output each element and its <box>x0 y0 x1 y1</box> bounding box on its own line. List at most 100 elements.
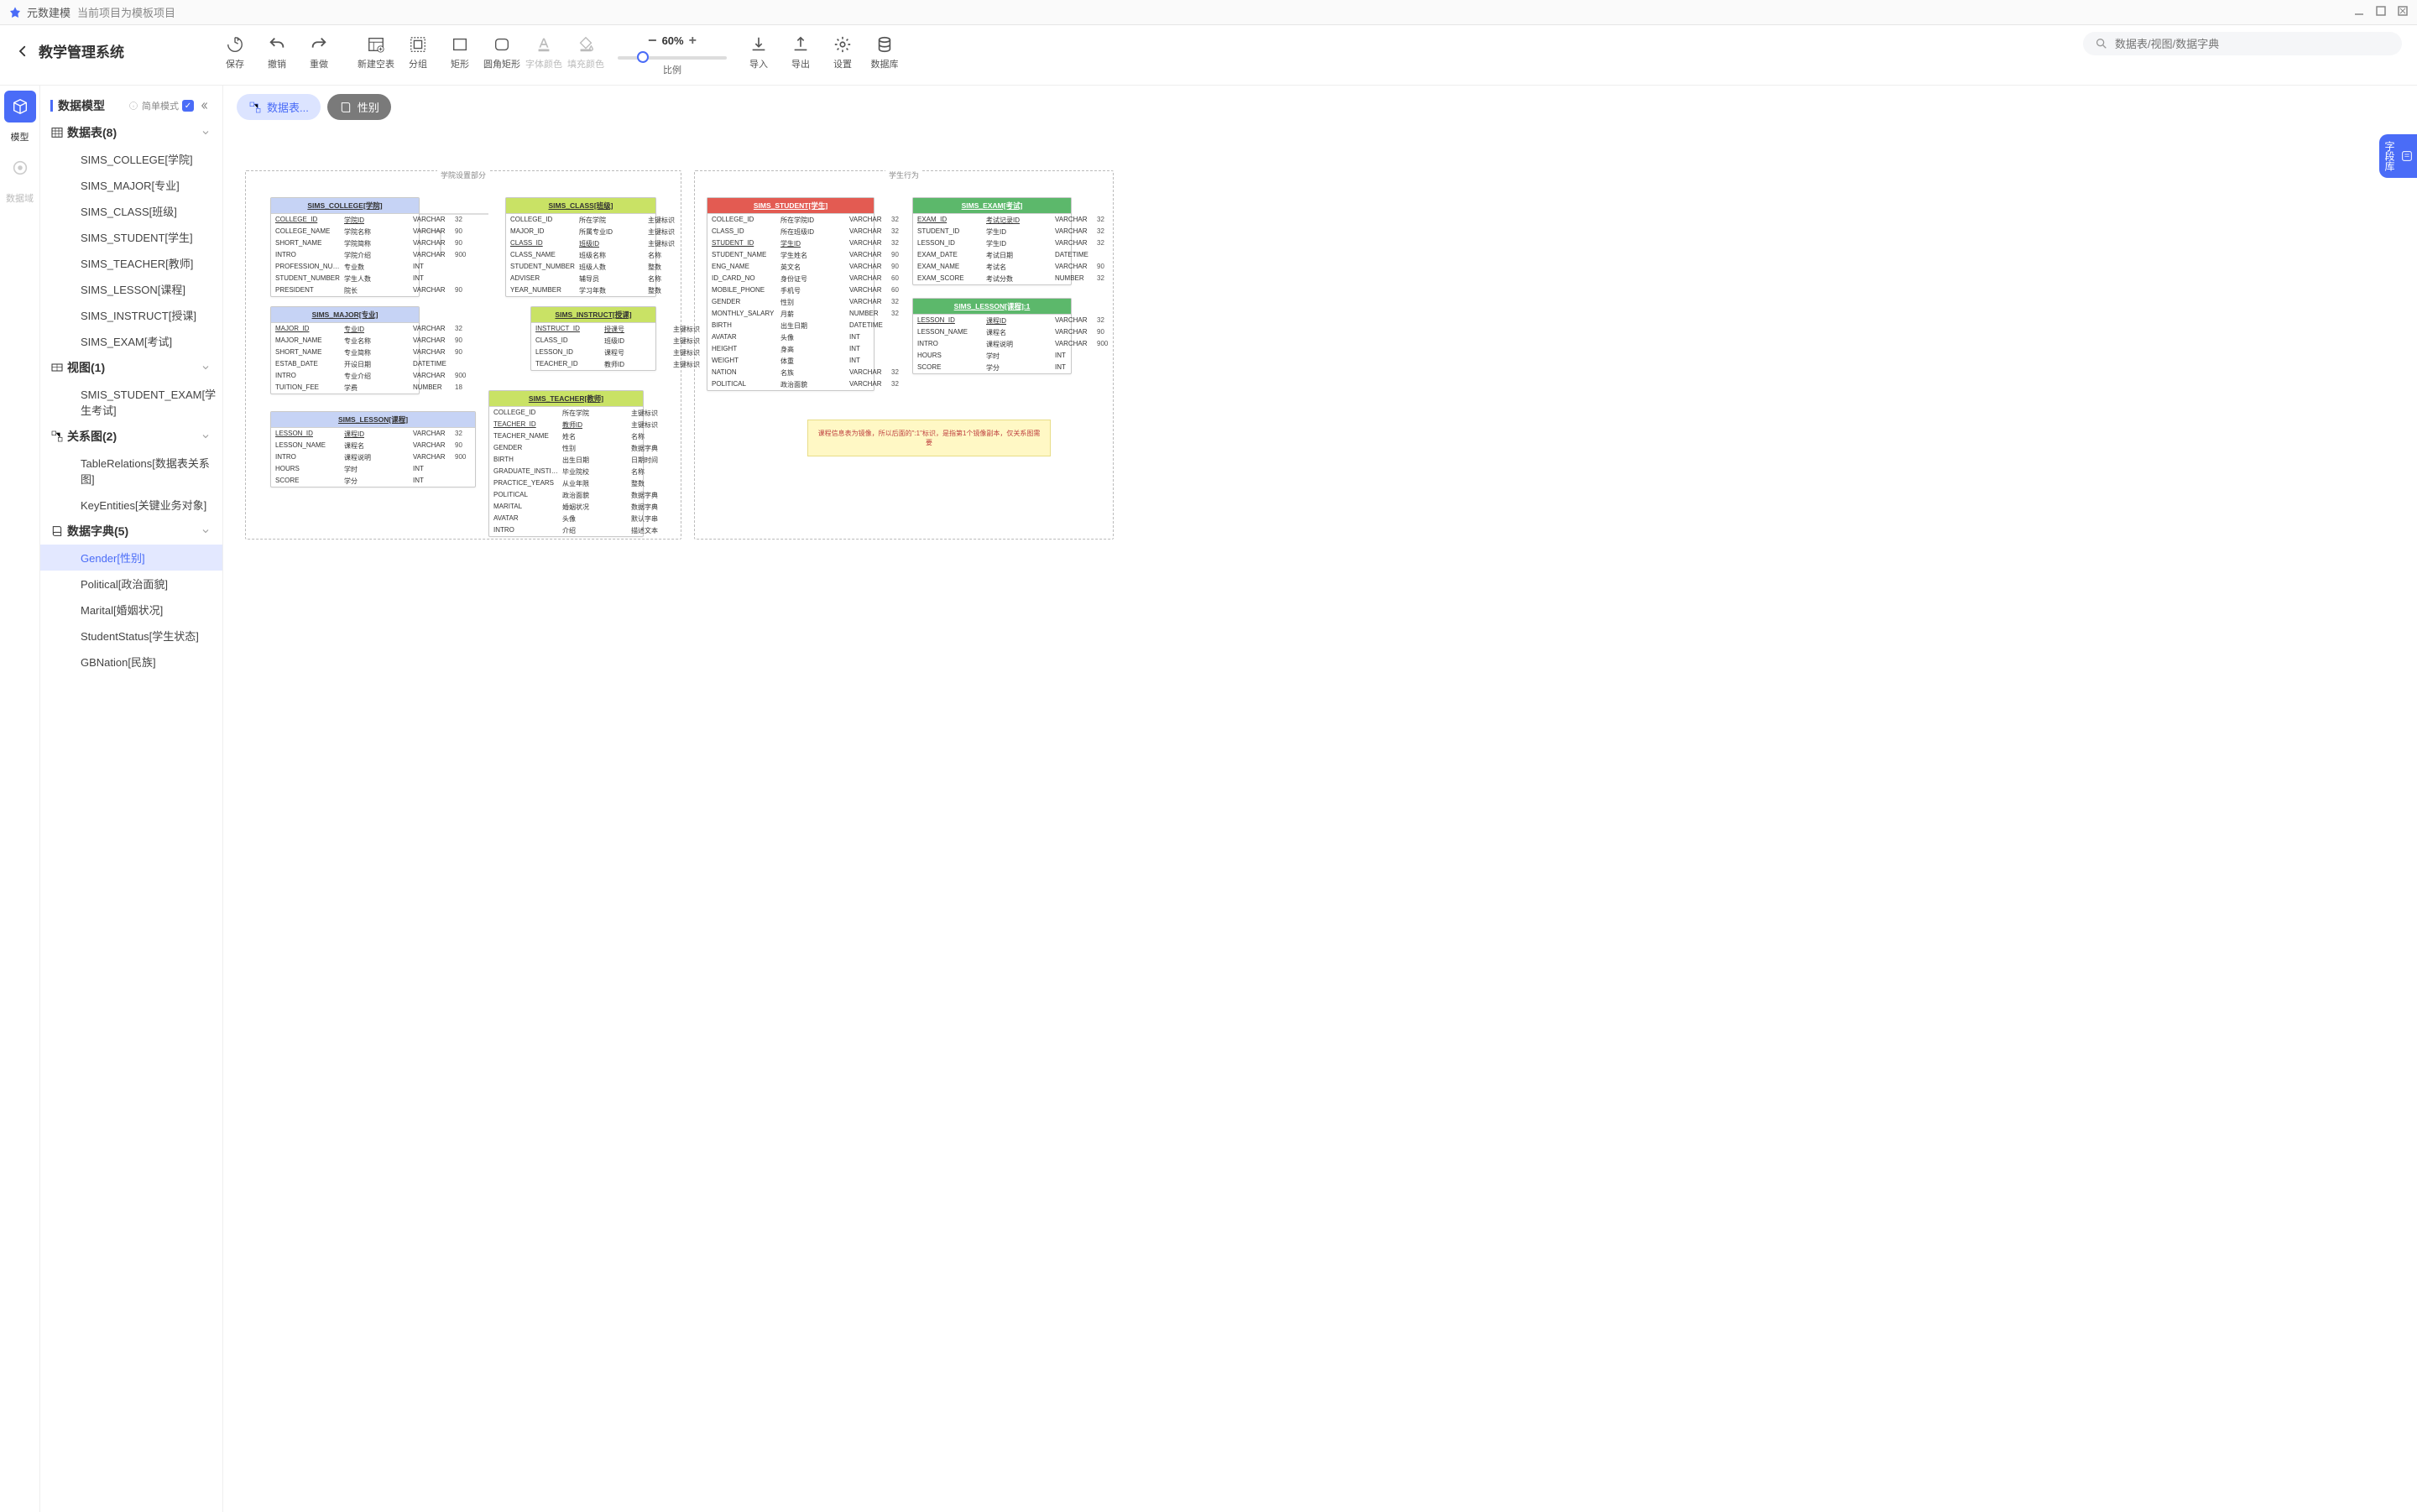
canvas[interactable]: 数据表... 性别 学院设置部分 学生行为 <box>223 86 2417 1512</box>
entity-field-row[interactable]: GRADUATE_INSTITUTION毕业院校名称 <box>489 466 643 477</box>
entity-field-row[interactable]: CLASS_ID所在班级IDVARCHAR32 <box>707 226 874 237</box>
rail-model[interactable] <box>4 91 36 123</box>
entity-field-row[interactable]: AVATAR头像INT <box>707 331 874 343</box>
entity-student[interactable]: SIMS_STUDENT[学生]COLLEGE_ID所在学院IDVARCHAR3… <box>707 197 874 391</box>
entity-field-row[interactable]: COLLEGE_ID所在学院主键标识 <box>489 407 643 419</box>
entity-field-row[interactable]: STUDENT_NAME学生姓名VARCHAR90 <box>707 249 874 261</box>
entity-field-row[interactable]: EXAM_SCORE考试分数NUMBER32 <box>913 273 1071 284</box>
entity-field-row[interactable]: POLITICAL政治面貌VARCHAR32 <box>707 378 874 390</box>
entity-field-row[interactable]: STUDENT_ID学生IDVARCHAR32 <box>707 237 874 249</box>
entity-field-row[interactable]: LESSON_ID课程IDVARCHAR32 <box>913 315 1071 326</box>
entity-field-row[interactable]: YEAR_NUMBER学习年数整数 <box>506 284 655 296</box>
search-box[interactable] <box>2083 32 2402 55</box>
zoom-minus-icon[interactable]: − <box>648 32 657 50</box>
group-tables[interactable]: 数据表(8) <box>40 119 222 146</box>
settings-button[interactable]: 设置 <box>824 32 861 70</box>
entity-field-row[interactable]: ID_CARD_NO身份证号VARCHAR60 <box>707 273 874 284</box>
entity-field-row[interactable]: INTRO学院介绍VARCHAR900 <box>271 249 419 261</box>
entity-lesson-mirror[interactable]: SIMS_LESSON[课程]:1LESSON_ID课程IDVARCHAR32L… <box>912 298 1072 374</box>
tree-item[interactable]: SIMS_MAJOR[专业] <box>40 172 222 198</box>
tree-item[interactable]: StudentStatus[学生状态] <box>40 623 222 649</box>
tree-item[interactable]: Political[政治面貌] <box>40 571 222 597</box>
tree-item[interactable]: SIMS_CLASS[班级] <box>40 198 222 224</box>
entity-field-row[interactable]: GENDER性别数据字典 <box>489 442 643 454</box>
group-views[interactable]: 视图(1) <box>40 354 222 381</box>
er-diagram[interactable]: 学院设置部分 学生行为 SIMS_COLLEGE[学院]COLLEGE_ID学院… <box>237 130 2404 583</box>
entity-field-row[interactable]: PRESIDENT院长VARCHAR90 <box>271 284 419 296</box>
entity-field-row[interactable]: SHORT_NAME专业简称VARCHAR90 <box>271 347 419 358</box>
entity-field-row[interactable]: HOURS学时INT <box>913 350 1071 362</box>
rect-button[interactable]: 矩形 <box>441 32 478 70</box>
entity-field-row[interactable]: COLLEGE_ID所在学院IDVARCHAR32 <box>707 214 874 226</box>
entity-field-row[interactable]: LESSON_ID课程IDVARCHAR32 <box>271 428 475 440</box>
tree-item[interactable]: SIMS_COLLEGE[学院] <box>40 146 222 172</box>
entity-field-row[interactable]: HEIGHT身高INT <box>707 343 874 355</box>
tree-item[interactable]: TableRelations[数据表关系图] <box>40 450 222 492</box>
entity-field-row[interactable]: STUDENT_NUMBER班级人数整数 <box>506 261 655 273</box>
fillcolor-button[interactable]: 填充颜色 <box>567 32 604 70</box>
entity-field-row[interactable]: MAJOR_ID所属专业ID主键标识 <box>506 226 655 237</box>
entity-field-row[interactable]: BIRTH出生日期日期时间 <box>489 454 643 466</box>
zoom-plus-icon[interactable]: + <box>689 34 697 49</box>
entity-college[interactable]: SIMS_COLLEGE[学院]COLLEGE_ID学院IDVARCHAR32C… <box>270 197 420 297</box>
entity-field-row[interactable]: CLASS_ID班级ID主键标识 <box>506 237 655 249</box>
entity-field-row[interactable]: SCORE学分INT <box>271 475 475 487</box>
tree-item[interactable]: KeyEntities[关键业务对象] <box>40 492 222 518</box>
close-icon[interactable] <box>2397 5 2409 19</box>
entity-teacher[interactable]: SIMS_TEACHER[教师]COLLEGE_ID所在学院主键标识TEACHE… <box>488 390 644 537</box>
entity-field-row[interactable]: PRACTICE_YEARS从业年限整数 <box>489 477 643 489</box>
entity-field-row[interactable]: PROFESSION_NUMBER专业数INT <box>271 261 419 273</box>
entity-field-row[interactable]: MAJOR_NAME专业名称VARCHAR90 <box>271 335 419 347</box>
fontcolor-button[interactable]: 字体颜色 <box>525 32 562 70</box>
entity-exam[interactable]: SIMS_EXAM[考试]EXAM_ID考试记录IDVARCHAR32STUDE… <box>912 197 1072 285</box>
entity-field-row[interactable]: ENG_NAME英文名VARCHAR90 <box>707 261 874 273</box>
export-button[interactable]: 导出 <box>782 32 819 70</box>
entity-field-row[interactable]: INTRO专业介绍VARCHAR900 <box>271 370 419 382</box>
checkbox-icon[interactable]: ✓ <box>182 100 194 112</box>
entity-field-row[interactable]: ESTAB_DATE开设日期DATETIME <box>271 358 419 370</box>
tree-item[interactable]: SIMS_TEACHER[教师] <box>40 250 222 276</box>
entity-field-row[interactable]: TEACHER_NAME姓名名称 <box>489 430 643 442</box>
entity-field-row[interactable]: COLLEGE_ID所在学院主键标识 <box>506 214 655 226</box>
entity-field-row[interactable]: INTRO介绍描述文本 <box>489 524 643 536</box>
zoom-slider[interactable] <box>618 56 727 60</box>
entity-field-row[interactable]: SCORE学分INT <box>913 362 1071 373</box>
entity-instruct[interactable]: SIMS_INSTRUCT[授课]INSTRUCT_ID授课号主键标识CLASS… <box>530 306 656 371</box>
entity-field-row[interactable]: LESSON_NAME课程名VARCHAR90 <box>271 440 475 451</box>
entity-field-row[interactable]: MAJOR_ID专业IDVARCHAR32 <box>271 323 419 335</box>
tree-item[interactable]: SIMS_EXAM[考试] <box>40 328 222 354</box>
import-button[interactable]: 导入 <box>740 32 777 70</box>
group-dicts[interactable]: 数据字典(5) <box>40 518 222 545</box>
entity-field-row[interactable]: MARITAL婚姻状况数据字典 <box>489 501 643 513</box>
tree-item[interactable]: SIMS_LESSON[课程] <box>40 276 222 302</box>
save-button[interactable]: 保存 <box>217 32 253 70</box>
entity-field-row[interactable]: AVATAR头像默认字串 <box>489 513 643 524</box>
entity-field-row[interactable]: SHORT_NAME学院简称VARCHAR90 <box>271 237 419 249</box>
group-button[interactable]: 分组 <box>399 32 436 70</box>
entity-field-row[interactable]: HOURS学时INT <box>271 463 475 475</box>
entity-field-row[interactable]: EXAM_DATE考试日期DATETIME <box>913 249 1071 261</box>
minimize-icon[interactable] <box>2353 5 2365 19</box>
entity-field-row[interactable]: INTRO课程说明VARCHAR900 <box>913 338 1071 350</box>
entity-field-row[interactable]: MOBILE_PHONE手机号VARCHAR60 <box>707 284 874 296</box>
entity-field-row[interactable]: INSTRUCT_ID授课号主键标识 <box>531 323 655 335</box>
entity-field-row[interactable]: POLITICAL政治面貌数据字典 <box>489 489 643 501</box>
tab-tables[interactable]: 数据表... <box>237 94 321 120</box>
entity-field-row[interactable]: TEACHER_ID教师ID主键标识 <box>531 358 655 370</box>
entity-field-row[interactable]: STUDENT_NUMBER学生人数INT <box>271 273 419 284</box>
back-icon[interactable] <box>15 44 30 59</box>
tree-item[interactable]: GBNation[民族] <box>40 649 222 675</box>
group-diagrams[interactable]: 关系图(2) <box>40 423 222 450</box>
entity-field-row[interactable]: LESSON_ID课程号主键标识 <box>531 347 655 358</box>
entity-field-row[interactable]: INTRO课程说明VARCHAR900 <box>271 451 475 463</box>
tree-item[interactable]: SIMS_STUDENT[学生] <box>40 224 222 250</box>
entity-field-row[interactable]: TUITION_FEE学费NUMBER18 <box>271 382 419 394</box>
tree-item[interactable]: SIMS_INSTRUCT[授课] <box>40 302 222 328</box>
entity-field-row[interactable]: EXAM_NAME考试名VARCHAR90 <box>913 261 1071 273</box>
field-library-button[interactable]: 字段库 <box>2379 134 2417 178</box>
entity-field-row[interactable]: GENDER性别VARCHAR32 <box>707 296 874 308</box>
tree-item[interactable]: Marital[婚姻状况] <box>40 597 222 623</box>
zoom-control[interactable]: − 60% + 比例 <box>618 32 727 76</box>
rail-domain[interactable] <box>4 152 36 184</box>
entity-field-row[interactable]: LESSON_ID学生IDVARCHAR32 <box>913 237 1071 249</box>
